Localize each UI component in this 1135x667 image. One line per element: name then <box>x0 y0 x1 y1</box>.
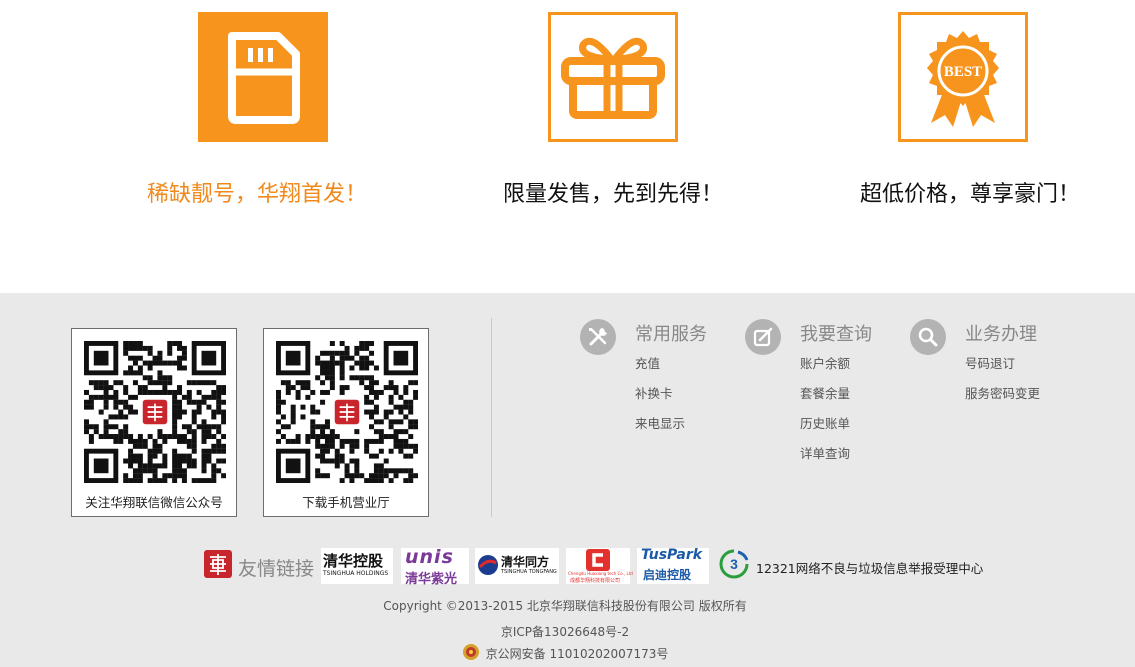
report-center-link[interactable]: 12321网络不良与垃圾信息举报受理中心 <box>756 558 983 577</box>
logo-subtext: TSINGHUA HOLDINGS <box>323 570 389 577</box>
logo-text: 清华控股 <box>323 552 384 570</box>
feature-section: 稀缺靓号，华翔首发！ 限量发售，先到先得！ BEST 超低价格，尊享豪门！ <box>0 0 1135 293</box>
service-title: 我要查询 <box>800 324 872 345</box>
tsinghua-holdings-logo[interactable]: 清华控股 TSINGHUA HOLDINGS <box>321 548 393 584</box>
link-plan-remaining[interactable]: 套餐余量 <box>800 383 850 413</box>
svg-text:3: 3 <box>730 556 738 572</box>
best-badge-icon: BEST <box>898 12 1028 142</box>
feature-caption: 稀缺靓号，华翔首发！ <box>146 182 367 207</box>
qr-label: 下载手机营业厅 <box>302 495 390 510</box>
tools-icon <box>580 319 616 355</box>
logo-subtext: Chengdu Huaxiang tech Co., Ltd <box>568 571 633 576</box>
link-account-balance[interactable]: 账户余额 <box>800 353 850 383</box>
logo-text: unis <box>405 546 454 568</box>
logo-text: TusPark <box>641 547 703 563</box>
chengdu-mark-icon <box>586 549 610 571</box>
search-icon <box>910 319 946 355</box>
police-record[interactable]: 京公网安备 11010202007173号 <box>0 644 1135 662</box>
friend-links-label: 友情链接 <box>238 558 315 580</box>
service-title: 常用服务 <box>635 324 707 345</box>
sim-card-icon <box>198 12 328 142</box>
logo-subtext: TSINGHUA TONGFANG <box>501 569 557 575</box>
copyright-text: Copyright ©2013-2015 北京华翔联信科技股份有限公司 版权所有 <box>383 599 747 613</box>
link-change-password[interactable]: 服务密码变更 <box>965 383 1040 413</box>
feature-caption: 超低价格，尊享豪门！ <box>859 182 1080 207</box>
logo-subtext: 启迪控股 <box>643 568 692 582</box>
unis-logo[interactable]: unis 清华紫光 <box>401 546 469 587</box>
link-bill-history[interactable]: 历史账单 <box>800 413 850 443</box>
service-links: 号码退订 服务密码变更 <box>965 353 1040 413</box>
tongfang-logo[interactable]: 清华同方 TSINGHUA TONGFANG <box>475 548 559 584</box>
edit-icon <box>745 319 781 355</box>
logo-text: 清华同方 <box>501 555 550 569</box>
app-qr-code <box>276 341 418 483</box>
app-qr-card[interactable]: 下载手机营业厅 <box>263 328 429 517</box>
link-replace-card[interactable]: 补换卡 <box>635 383 685 413</box>
gift-icon <box>548 12 678 142</box>
report-center-icon: 3 <box>719 549 749 579</box>
chengdu-logo[interactable]: Chengdu Huaxiang tech Co., Ltd 成都华翔科技有限公… <box>566 548 633 584</box>
tongfang-mark-icon <box>478 555 498 575</box>
police-badge-icon <box>462 644 479 660</box>
report-center-logo[interactable]: 3 <box>718 548 750 584</box>
service-title: 业务办理 <box>965 324 1037 345</box>
link-caller-id[interactable]: 来电显示 <box>635 413 685 443</box>
link-call-details[interactable]: 详单查询 <box>800 443 850 473</box>
site-footer: 关注华翔联信微信公众号 下载手机营业厅 常用服务 充值 补换卡 来电显示 我要查… <box>0 293 1135 667</box>
best-badge-text: BEST <box>944 64 982 80</box>
footer-divider <box>491 318 492 517</box>
service-links: 充值 补换卡 来电显示 <box>635 353 685 443</box>
logo-subtext-cn: 成都华翔科技有限公司 <box>570 578 621 584</box>
qr-label: 关注华翔联信微信公众号 <box>85 495 223 510</box>
icp-license-link[interactable]: 京ICP备13026648号-2 <box>0 623 1135 640</box>
link-recharge[interactable]: 充值 <box>635 353 685 383</box>
link-unsubscribe[interactable]: 号码退订 <box>965 353 1040 383</box>
huaxiang-logo <box>203 548 233 584</box>
logo-subtext: 清华紫光 <box>405 572 458 587</box>
wechat-qr-card[interactable]: 关注华翔联信微信公众号 <box>71 328 237 517</box>
feature-caption: 限量发售，先到先得！ <box>502 182 723 207</box>
police-record-text: 京公网安备 11010202007173号 <box>485 647 669 661</box>
wechat-qr-code <box>84 341 226 483</box>
service-links: 账户余额 套餐余量 历史账单 详单查询 <box>800 353 850 473</box>
tuspark-logo[interactable]: TusPark 启迪控股 <box>637 547 709 584</box>
